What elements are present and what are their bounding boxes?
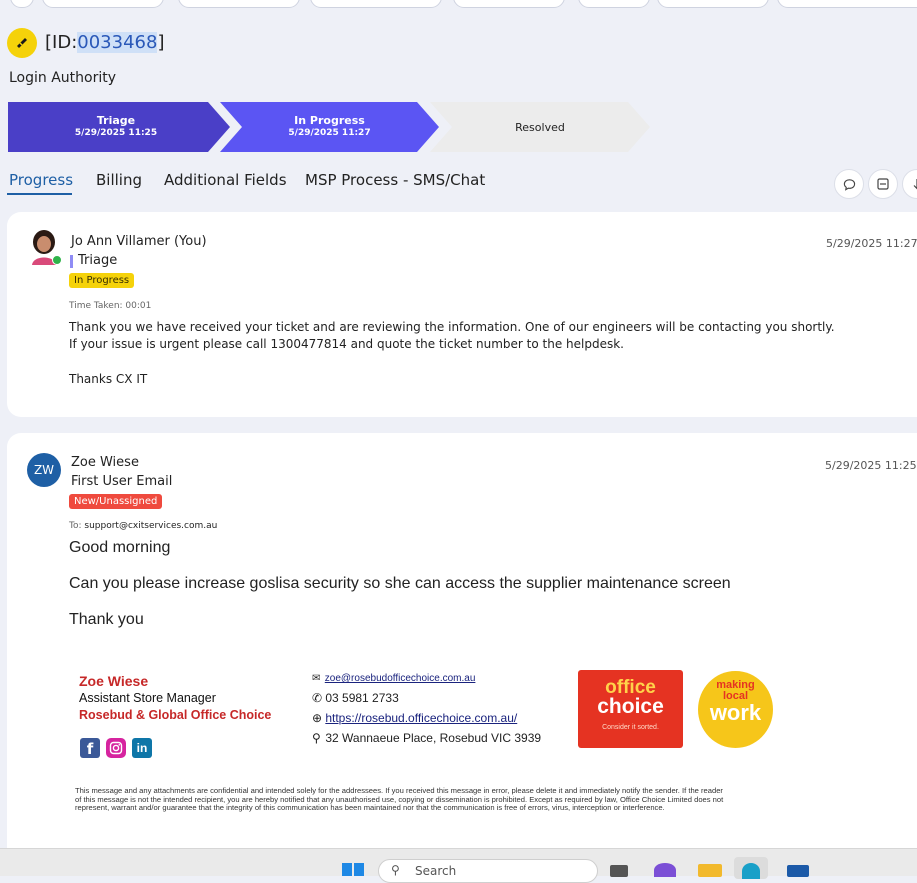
sort-button[interactable] [902,169,917,199]
entry-timestamp: 5/29/2025 11:27 [826,237,917,250]
comment-button[interactable] [834,169,864,199]
entry-message-line: Thanks CX IT [69,372,148,386]
signature-title: Assistant Store Manager [79,691,216,705]
task-view-icon[interactable] [610,865,628,877]
signature-email-row: ✉ zoe@rosebudofficechoice.com.au [312,673,475,684]
top-filter-pill[interactable] [178,0,300,8]
phone-icon: ✆ [312,691,323,705]
top-filter-pill[interactable] [10,0,34,8]
signature-website-link[interactable]: https://rosebud.officechoice.com.au/ [325,711,517,725]
signature-phone-row: ✆ 03 5981 2733 [312,691,399,705]
tab-progress[interactable]: Progress [9,171,73,189]
edge-icon [742,863,760,879]
signature-email-link[interactable]: zoe@rosebudofficechoice.com.au [325,673,476,684]
email-line: Thank you [69,611,144,628]
collapse-button[interactable] [868,169,898,199]
stage-marker [70,255,73,268]
status-badge: New/Unassigned [69,494,163,509]
entry-subtitle: First User Email [71,474,173,489]
instagram-icon[interactable] [106,738,126,758]
entry-message-line: If your issue is urgent please call 1300… [69,337,624,351]
time-taken: Time Taken: 00:01 [69,301,152,311]
taskbar: ⚲ Search [0,848,917,883]
activity-card: ZW Zoe Wiese 5/29/2025 11:25 First User … [7,433,917,863]
location-pin-icon: ⚲ [312,731,321,745]
taskbar-search[interactable]: ⚲ Search [378,859,598,883]
entry-author: Jo Ann Villamer (You) [71,234,207,249]
active-app-highlight[interactable] [734,857,768,879]
avatar [28,229,62,265]
signature-address-row: ⚲ 32 Wannaeue Place, Rosebud VIC 3939 [312,731,542,745]
entry-author: Zoe Wiese [71,455,139,470]
email-icon: ✉ [312,673,321,684]
stage-resolved[interactable]: Resolved [430,102,650,152]
online-status-icon [52,255,62,265]
signature-name: Zoe Wiese [79,673,149,689]
entry-message-line: Thank you we have received your ticket a… [69,320,835,334]
office-choice-logo: office choice Consider it sorted. [578,670,683,748]
file-explorer-icon[interactable] [698,864,722,877]
facebook-icon[interactable]: f [80,738,100,758]
top-filter-pill[interactable] [578,0,650,8]
email-line: Good morning [69,539,171,556]
entry-stage: Triage [78,253,118,268]
making-local-work-logo: making local work [698,671,773,748]
email-line: Can you please increase goslisa security… [69,575,731,592]
ticket-id: [ID:0033468] [45,32,165,53]
top-filter-pill[interactable] [657,0,769,8]
tab-msp-process[interactable]: MSP Process - SMS/Chat [305,171,485,189]
stage-in-progress[interactable]: In Progress 5/29/2025 11:27 [220,102,439,152]
avatar: ZW [27,453,61,487]
tab-additional-fields[interactable]: Additional Fields [164,171,287,189]
globe-icon: ⊕ [312,711,323,725]
activity-card: Jo Ann Villamer (You) 5/29/2025 11:27 Tr… [7,212,917,417]
entry-timestamp: 5/29/2025 11:25 [825,459,917,472]
stage-triage[interactable]: Triage 5/29/2025 11:25 [8,102,230,152]
top-filter-pill[interactable] [777,0,917,8]
top-filter-pill[interactable] [453,0,565,8]
linkedin-icon[interactable]: in [132,738,152,758]
ticket-subject: Login Authority [9,70,117,86]
email-recipient: To: support@cxitservices.com.au [69,521,218,531]
top-filter-pill[interactable] [310,0,442,8]
status-badge: In Progress [69,273,135,288]
ticket-icon [7,28,37,58]
active-tab-indicator [7,193,72,195]
store-icon[interactable] [787,865,809,877]
windows-start-icon[interactable] [342,863,364,876]
tab-billing[interactable]: Billing [96,171,142,189]
signature-website-row: ⊕ https://rosebud.officechoice.com.au/ [312,711,517,725]
signature-store: Rosebud & Global Office Choice [79,708,272,722]
top-filter-pill[interactable] [42,0,164,8]
email-disclaimer: This message and any attachments are con… [75,786,724,813]
